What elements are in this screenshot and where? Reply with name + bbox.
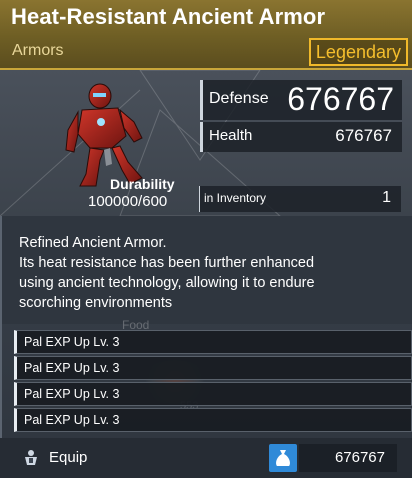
passive-skill: Pal EXP Up Lv. 3: [14, 382, 412, 406]
item-title: Heat-Resistant Ancient Armor: [11, 4, 326, 29]
passive-skill: Pal EXP Up Lv. 3: [14, 408, 412, 432]
description-line: Refined Ancient Armor.: [19, 235, 167, 251]
passive-skill-label: Pal EXP Up Lv. 3: [24, 361, 120, 375]
inventory-count: in Inventory 1: [199, 186, 401, 212]
defense-label: Defense: [209, 90, 269, 107]
description-line: using ancient technology, allowing it to…: [19, 275, 315, 291]
action-bar: Equip 676767: [0, 438, 412, 478]
passive-skill: Pal EXP Up Lv. 3: [14, 356, 412, 380]
item-category: Armors: [12, 42, 64, 59]
item-description: Refined Ancient Armor. Its heat resistan…: [0, 216, 412, 324]
inventory-value: 1: [382, 189, 391, 206]
item-detail-card: Heat-Resistant Ancient Armor Armors Lege…: [0, 0, 412, 478]
defense-stat: Defense 676767: [200, 80, 402, 120]
passive-skill-label: Pal EXP Up Lv. 3: [24, 387, 120, 401]
passive-skill-label: Pal EXP Up Lv. 3: [24, 335, 120, 349]
equip-button[interactable]: Equip: [49, 449, 87, 466]
description-text: Refined Ancient Armor. Its heat resistan…: [19, 233, 404, 313]
passive-skills-list: Pal EXP Up Lv. 3 Pal EXP Up Lv. 3 Pal EX…: [14, 330, 412, 434]
item-header: Heat-Resistant Ancient Armor Armors Lege…: [0, 0, 412, 70]
panel-edge: [0, 216, 2, 438]
armor-stand-icon[interactable]: [22, 449, 40, 467]
durability-label: Durability: [110, 176, 175, 192]
passive-skill-label: Pal EXP Up Lv. 3: [24, 413, 120, 427]
armor-image: [65, 83, 143, 187]
price-value: 676767: [334, 449, 385, 466]
price-display: 676767: [299, 444, 397, 472]
health-value: 676767: [335, 126, 392, 145]
description-line: scorching environments: [19, 295, 173, 311]
passive-skill: Pal EXP Up Lv. 3: [14, 330, 412, 354]
money-bag-icon: [276, 450, 290, 466]
health-label: Health: [209, 127, 253, 144]
health-stat: Health 676767: [200, 122, 402, 152]
rarity-badge: Legendary: [308, 38, 408, 66]
durability-value: 100000/600: [88, 193, 168, 210]
description-line: Its heat resistance has been further enh…: [19, 255, 315, 271]
defense-value: 676767: [287, 81, 394, 117]
inventory-label: in Inventory: [204, 191, 267, 205]
item-overview-panel: Durability 100000/600 Defense 676767 Hea…: [0, 70, 412, 216]
price-icon-container: [269, 444, 297, 472]
